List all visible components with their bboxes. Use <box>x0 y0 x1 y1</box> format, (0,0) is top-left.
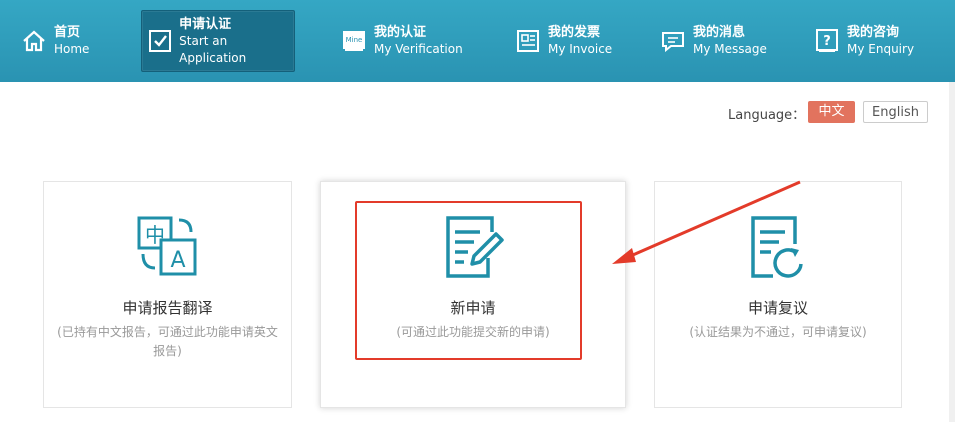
scrollbar[interactable] <box>949 82 955 422</box>
annotation-arrow <box>612 180 801 264</box>
